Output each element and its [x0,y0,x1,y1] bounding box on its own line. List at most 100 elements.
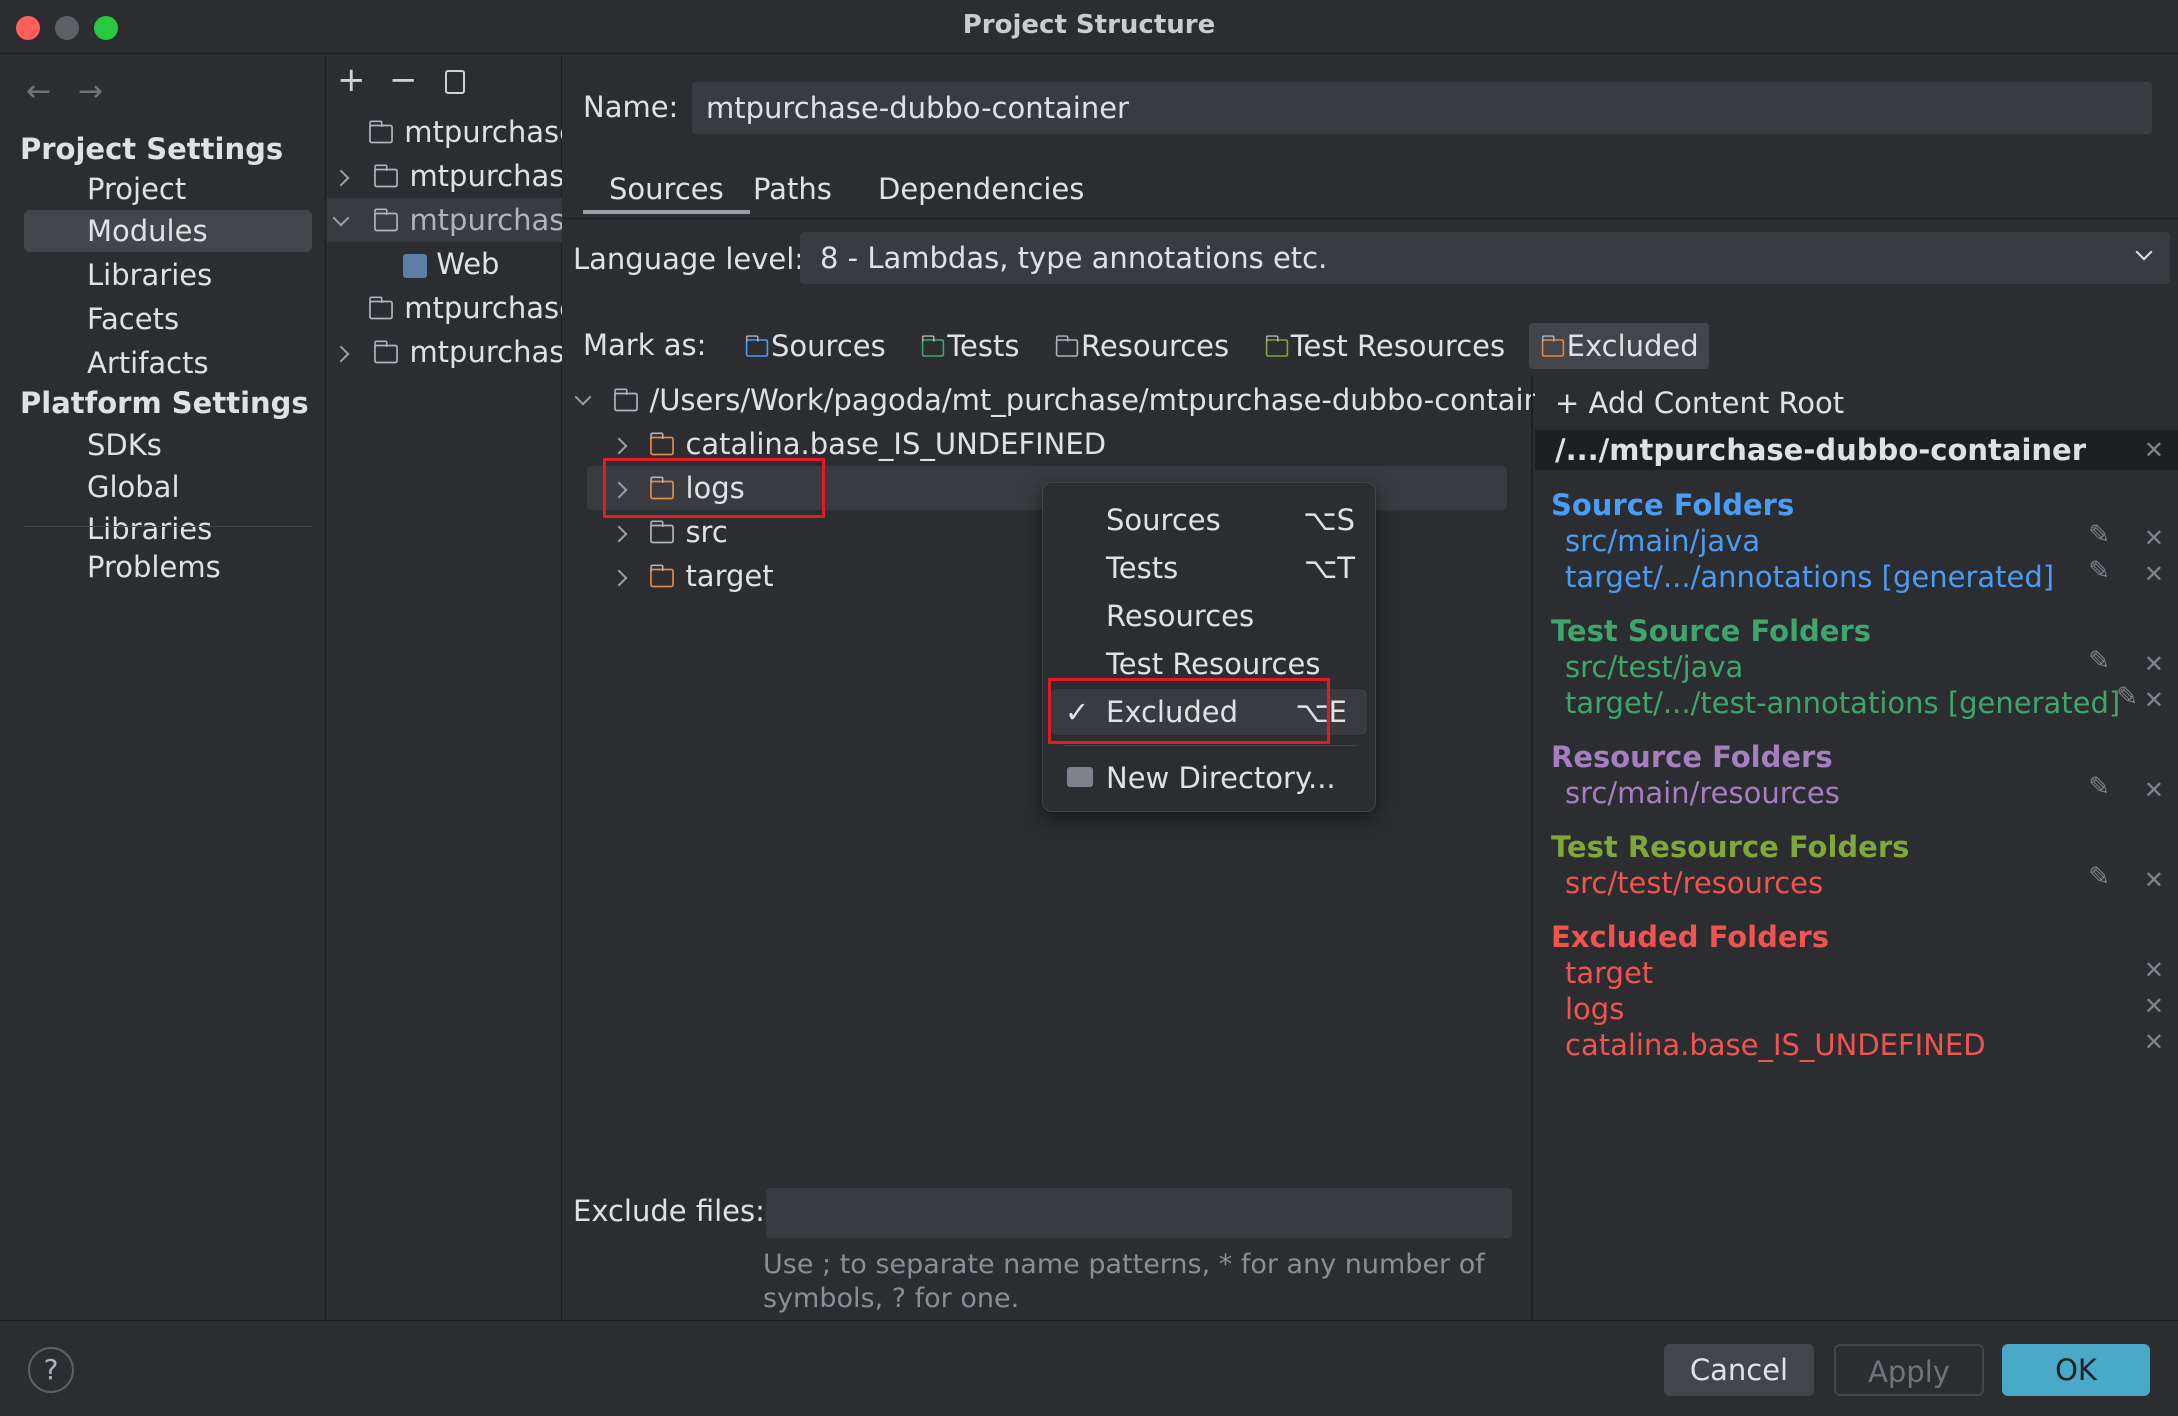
nav-item-sdks[interactable]: SDKs [24,424,312,466]
mark-sources-button[interactable]: Sources [743,329,886,363]
nav-item-facets[interactable]: Facets [24,298,312,340]
tab-sources[interactable]: Sources [583,164,750,214]
menu-item-new-directory[interactable]: New Directory... [1043,755,1375,801]
language-level-select[interactable]: 8 - Lambdas, type annotations etc. [800,232,2170,284]
excluded-folder-entry[interactable]: target [1565,956,1653,990]
remove-icon[interactable]: ✕ [2144,686,2164,714]
mark-excluded-button[interactable]: Excluded [1528,323,1709,369]
facet-row-web[interactable]: Web [327,242,562,286]
nav-item-project[interactable]: Project [24,168,312,210]
module-row[interactable]: mtpurchase [327,286,562,330]
cancel-button[interactable]: Cancel [1664,1344,1814,1396]
remove-root-icon[interactable]: ✕ [2144,430,2164,470]
forward-arrow-icon[interactable]: → [78,74,103,109]
test-folder-entry[interactable]: src/test/java [1565,650,1743,684]
source-folder-entry[interactable]: target/.../annotations [generated] [1565,560,2054,594]
tree-row-target[interactable]: target [610,554,774,598]
module-folder-icon [368,120,393,144]
tree-row-src[interactable]: src [610,510,728,554]
mark-resources-button[interactable]: Resources [1053,329,1229,363]
tab-divider [563,218,2178,219]
expand-chevron-icon[interactable] [610,525,628,543]
source-folder-entry[interactable]: src/main/java [1565,524,1760,558]
add-icon[interactable]: + [337,60,366,100]
menu-item-resources[interactable]: Resources [1043,593,1375,639]
exclude-files-input[interactable] [766,1188,1512,1238]
web-facet-icon [403,254,427,278]
project-settings-header: Project Settings [20,132,284,166]
folder-icon [613,388,639,412]
expand-chevron-icon[interactable] [610,569,628,587]
test-resource-folder-icon [1265,335,1288,357]
menu-item-sources[interactable]: Sources ⌥S [1043,497,1375,543]
module-name: mtpurchase [404,115,562,149]
menu-item-label: New Directory... [1106,761,1336,795]
remove-icon[interactable]: ✕ [2144,866,2164,894]
mark-tests-button[interactable]: Tests [919,329,1019,363]
module-name: mtpurchase [409,159,562,193]
root-path: /Users/Work/pagoda/mt_purchase/mtpurchas… [649,383,1560,417]
module-row[interactable]: mtpurchase [327,330,562,374]
copy-icon[interactable] [445,70,465,94]
add-content-root-label: Add Content Root [1588,386,1845,420]
exclude-files-hint: Use ; to separate name patterns, * for a… [763,1248,1485,1316]
content-root-path: /.../mtpurchase-dubbo-container [1555,433,2087,467]
edit-icon[interactable]: ✎ [2088,646,2110,676]
excluded-folder-entry[interactable]: catalina.base_IS_UNDEFINED [1565,1028,1986,1062]
tab-paths[interactable]: Paths [727,164,858,214]
resource-folder-icon [1055,335,1079,357]
edit-icon[interactable]: ✎ [2088,862,2110,892]
remove-icon[interactable]: ✕ [2144,1028,2164,1056]
remove-icon[interactable]: ✕ [2144,650,2164,678]
hint-line: symbols, ? for one. [763,1283,1020,1314]
remove-icon[interactable]: ✕ [2144,560,2164,588]
ok-button[interactable]: OK [2002,1344,2150,1396]
remove-icon[interactable]: ✕ [2144,992,2164,1020]
module-folder-icon [368,296,393,320]
nav-item-libraries[interactable]: Libraries [24,254,312,296]
back-arrow-icon[interactable]: ← [26,74,51,109]
remove-icon[interactable]: ✕ [2144,524,2164,552]
edit-icon[interactable]: ✎ [2088,520,2110,550]
expand-chevron-icon[interactable] [332,169,350,187]
expand-chevron-icon[interactable] [610,437,628,455]
nav-item-problems[interactable]: Problems [24,546,312,588]
remove-icon[interactable]: ✕ [2144,776,2164,804]
edit-icon[interactable]: ✎ [2088,772,2110,802]
mark-as-toolbar: Sources Tests Resources Test Resources E… [743,323,1709,369]
nav-item-modules[interactable]: Modules [24,210,312,252]
edit-icon[interactable]: ✎ [2088,556,2110,586]
module-row[interactable]: mtpurchase [327,110,562,154]
tree-root-row[interactable]: /Users/Work/pagoda/mt_purchase/mtpurchas… [574,378,1560,422]
dialog-button-bar: ? Cancel Apply OK [0,1320,2178,1416]
add-content-root-button[interactable]: + Add Content Root [1555,386,1844,420]
nav-item-artifacts[interactable]: Artifacts [24,342,312,384]
tab-dependencies[interactable]: Dependencies [852,164,1110,214]
remove-icon[interactable]: − [389,60,418,100]
mark-test-resources-button[interactable]: Test Resources [1263,329,1505,363]
edit-icon[interactable]: ✎ [2116,682,2138,712]
apply-button[interactable]: Apply [1834,1344,1984,1396]
nav-item-global-libraries[interactable]: Global Libraries [24,466,312,546]
resource-folder-entry[interactable]: src/main/resources [1565,776,1840,810]
module-name-field[interactable]: mtpurchase-dubbo-container [692,82,2152,134]
shortcut: ⌥S [1303,503,1355,537]
module-row[interactable]: mtpurchase [327,154,562,198]
test-folders-header: Test Source Folders [1551,614,1872,648]
menu-item-label: Test Resources [1106,647,1321,681]
test-folder-icon [921,335,945,357]
collapse-chevron-icon[interactable] [574,388,592,406]
expand-chevron-icon[interactable] [332,345,350,363]
collapse-chevron-icon[interactable] [332,209,350,227]
module-name: mtpurchase [404,291,562,325]
test-folder-entry[interactable]: target/.../test-annotations [generated] [1565,686,2120,720]
module-row-selected[interactable]: mtpurchase [327,198,562,242]
menu-item-tests[interactable]: Tests ⌥T [1043,545,1375,591]
pane-divider [1531,376,1533,1320]
test-resource-folder-entry[interactable]: src/test/resources [1565,866,1823,900]
folder-icon [649,520,675,544]
mark-tests-label: Tests [947,329,1020,363]
excluded-folder-entry[interactable]: logs [1565,992,1624,1026]
remove-icon[interactable]: ✕ [2144,956,2164,984]
help-button[interactable]: ? [28,1347,74,1393]
